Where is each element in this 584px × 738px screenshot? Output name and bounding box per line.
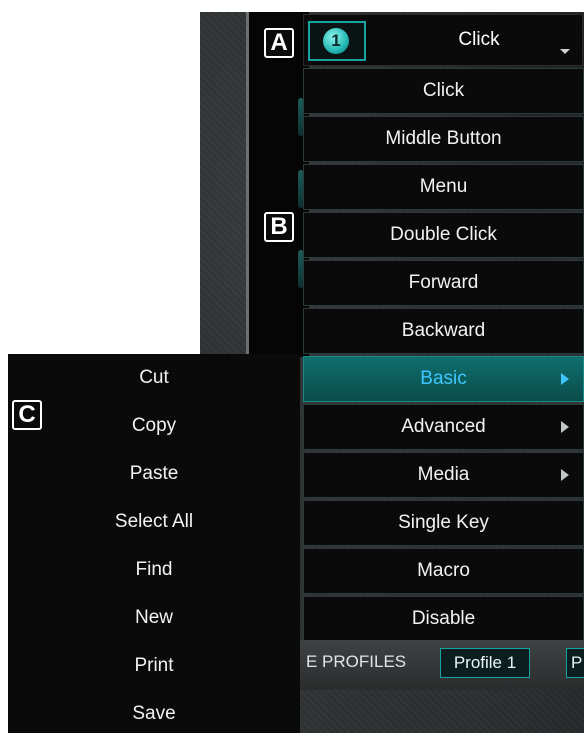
menu-item-backward[interactable]: Backward [303,308,584,354]
submenu-item-save[interactable]: Save [8,690,300,738]
menu-item-label: Click [422,80,465,101]
menu-item-macro[interactable]: Macro [303,548,584,594]
menu-item-label: Forward [408,272,479,293]
menu-item-media[interactable]: Media [303,452,584,498]
submenu-item-print[interactable]: Print [8,642,300,690]
callout-label-c: C [12,400,42,430]
menu-item-label: Disable [411,608,476,629]
submenu-arrow-icon [561,373,569,385]
menu-item-label: Backward [401,320,486,341]
submenu-item-copy[interactable]: Copy [8,402,300,450]
menu-item-forward[interactable]: Forward [303,260,584,306]
menu-item-label: Menu [419,176,468,197]
menu-item-label: Media [417,464,470,485]
menu-item-double-click[interactable]: Double Click [303,212,584,258]
menu-item-label: Double Click [390,224,497,245]
button-number: 1 [323,28,349,54]
menu-item-click[interactable]: Click [303,68,584,114]
menu-item-single-key[interactable]: Single Key [303,500,584,546]
submenu-item-paste[interactable]: Paste [8,450,300,498]
menu-item-middle-button[interactable]: Middle Button [303,116,584,162]
menu-item-basic[interactable]: Basic [303,356,584,402]
callout-label-a: A [264,28,294,58]
basic-submenu: Cut Copy Paste Select All Find New Print… [8,354,300,733]
menu-item-menu[interactable]: Menu [303,164,584,210]
submenu-item-new[interactable]: New [8,594,300,642]
submenu-item-cut[interactable]: Cut [8,354,300,402]
chevron-down-icon[interactable] [560,49,570,54]
menu-item-label: Advanced [401,416,486,437]
profiles-bar: E PROFILES Profile 1 P [300,640,584,690]
menu-item-label: Basic [420,368,467,389]
button-function-dropdown[interactable]: 1 Click [303,14,583,66]
profiles-label: E PROFILES [306,652,407,671]
callout-label-b: B [264,212,294,242]
function-menu: Click Middle Button Menu Double Click Fo… [303,68,584,644]
menu-item-label: Single Key [398,512,489,533]
menu-item-advanced[interactable]: Advanced [303,404,584,450]
submenu-item-find[interactable]: Find [8,546,300,594]
menu-item-label: Middle Button [385,128,502,149]
selected-function-label: Click [458,29,500,50]
menu-item-disable[interactable]: Disable [303,596,584,642]
submenu-arrow-icon [561,469,569,481]
profile-tab-next[interactable]: P [566,648,584,678]
button-number-badge[interactable]: 1 [308,21,366,61]
submenu-item-select-all[interactable]: Select All [8,498,300,546]
profile-tab-1[interactable]: Profile 1 [440,648,530,678]
submenu-arrow-icon [561,421,569,433]
menu-item-label: Macro [417,560,470,581]
